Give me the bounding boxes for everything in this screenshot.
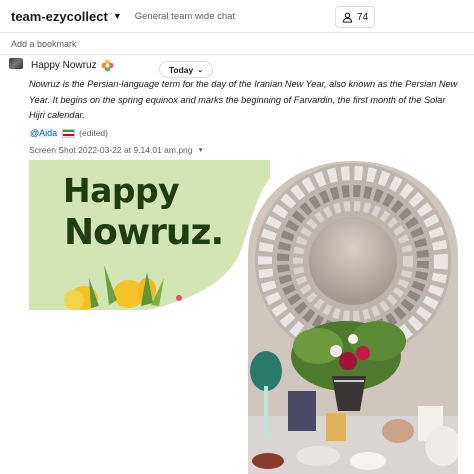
user-mention-link[interactable]: @Aida [29, 128, 59, 138]
message-body: Nowruz is the Persian-language term for … [29, 79, 458, 120]
add-bookmark-button[interactable]: Add a bookmark [11, 39, 77, 49]
avatar[interactable] [9, 58, 23, 69]
date-divider-label: Today [168, 64, 194, 75]
channel-topic: General team wide chat [134, 10, 236, 22]
edited-label: (edited) [79, 128, 108, 138]
message-title-text: Happy Nowruz [31, 60, 97, 71]
iran-flag-icon [62, 128, 76, 138]
member-count: 74 [356, 11, 369, 23]
message-title: Happy Nowruz [31, 59, 114, 72]
channel-name-button[interactable]: team-ezycollect ▼ [11, 9, 122, 24]
attachment-image[interactable]: Happy Nowruz. [0, 160, 474, 474]
attachment-name-button[interactable]: Screen Shot 2022-03-22 at 9.14.01 am.png… [29, 145, 204, 155]
channel-name: team-ezycollect [11, 8, 108, 24]
message-footer: @Aida (edited) [29, 126, 108, 140]
chevron-down-icon: ⌄ [197, 66, 204, 74]
chevron-down-icon: ▼ [197, 146, 204, 154]
members-button[interactable]: 74 [335, 6, 375, 28]
bookmark-bar: Add a bookmark [0, 34, 474, 55]
greeting-card-line-1: Happy [63, 171, 180, 210]
greeting-card-line-2: Nowruz. [64, 212, 224, 253]
flower-emoji-icon [101, 59, 114, 72]
chevron-down-icon: ▼ [112, 11, 122, 21]
person-icon [342, 12, 353, 23]
channel-header: team-ezycollect ▼ General team wide chat… [0, 0, 474, 33]
date-divider-button[interactable]: Today ⌄ [159, 61, 213, 78]
attachment-name: Screen Shot 2022-03-22 at 9.14.01 am.png [29, 145, 193, 155]
mirror-photo-image [248, 161, 458, 474]
